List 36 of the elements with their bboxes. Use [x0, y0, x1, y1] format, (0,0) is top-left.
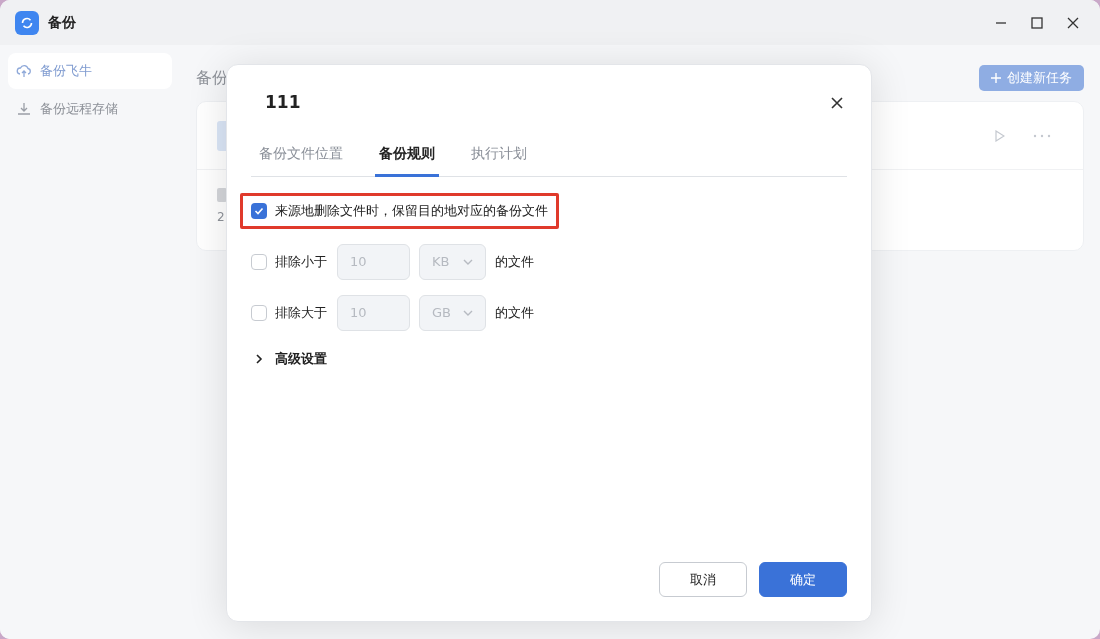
cancel-button[interactable]: 取消 — [659, 562, 747, 597]
size-input[interactable]: 10 — [337, 244, 410, 280]
tab[interactable]: 备份规则 — [375, 141, 439, 177]
close-icon[interactable] — [1067, 16, 1079, 29]
checkbox[interactable] — [251, 254, 267, 270]
task-info: 2 — [217, 209, 225, 226]
tab[interactable]: 备份文件位置 — [255, 141, 347, 177]
window-title: 备份 — [48, 13, 76, 32]
chevron-down-icon — [463, 259, 473, 265]
sidebar-item[interactable]: 备份远程存储 — [8, 91, 172, 127]
app-logo-icon — [15, 10, 39, 35]
close-icon[interactable] — [831, 97, 843, 109]
size-input[interactable]: 10 — [337, 295, 410, 331]
chevron-down-icon — [463, 310, 473, 316]
suffix-text: 的文件 — [495, 304, 534, 323]
download-icon — [16, 101, 32, 117]
dialog-title: 111 — [265, 91, 301, 115]
unit-select[interactable]: GB — [419, 295, 486, 331]
maximize-icon[interactable] — [1031, 16, 1043, 29]
checkbox[interactable] — [251, 203, 267, 219]
checkbox-label: 排除小于 — [275, 253, 327, 272]
checkmark-icon — [254, 206, 264, 216]
unit-select[interactable]: KB — [419, 244, 486, 280]
suffix-text: 的文件 — [495, 253, 534, 272]
tab[interactable]: 执行计划 — [467, 141, 531, 177]
section-heading: 备份 — [196, 67, 228, 89]
create-task-button[interactable]: 创建新任务 — [979, 65, 1084, 91]
confirm-button[interactable]: 确定 — [759, 562, 847, 597]
plus-icon — [991, 73, 1001, 83]
checkbox[interactable] — [251, 305, 267, 321]
checkbox-label: 来源地删除文件时，保留目的地对应的备份文件 — [275, 202, 548, 221]
chevron-right-icon — [255, 354, 263, 364]
sidebar-item[interactable]: 备份飞牛 — [8, 53, 172, 89]
cloud-upload-icon — [16, 63, 32, 79]
advanced-settings-toggle[interactable]: 高级设置 — [251, 349, 847, 369]
checkbox-label: 排除大于 — [275, 304, 327, 323]
